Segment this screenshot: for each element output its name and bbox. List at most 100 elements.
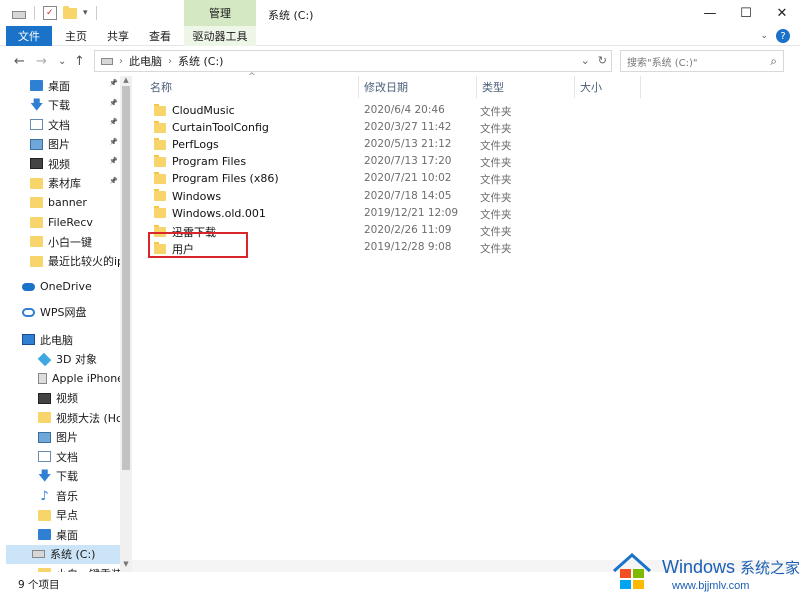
pin-icon: 📌 bbox=[109, 157, 118, 165]
sidebar-item[interactable]: 🡇 下载 📌 bbox=[0, 96, 120, 115]
breadcrumb-system-c[interactable]: 系统 (C:) bbox=[178, 53, 223, 69]
folder-icon bbox=[30, 177, 43, 189]
folder-icon bbox=[154, 154, 166, 167]
scroll-down-icon[interactable]: ▼ bbox=[120, 560, 132, 570]
sidebar-item-label: 小白一键 bbox=[48, 235, 92, 249]
file-row[interactable]: Program Files (x86) 2020/7/21 10:02 文件夹 bbox=[146, 170, 576, 187]
sidebar-item[interactable]: 3D 对象 bbox=[0, 350, 120, 369]
sidebar-item[interactable]: 文档 bbox=[0, 447, 120, 466]
breadcrumb-this-pc[interactable]: 此电脑 bbox=[129, 53, 162, 69]
windows-logo-icon bbox=[613, 552, 651, 589]
close-button[interactable]: ✕ bbox=[764, 0, 800, 26]
minimize-button[interactable]: — bbox=[692, 0, 728, 26]
file-name: Windows.old.001 bbox=[172, 206, 266, 220]
sidebar-item[interactable]: 桌面 bbox=[0, 525, 120, 544]
sidebar-item[interactable]: 小白一键 bbox=[0, 232, 120, 251]
sidebar-item[interactable]: 小白一键重装系统 bbox=[0, 564, 120, 572]
folder-icon bbox=[38, 509, 51, 521]
chevron-down-icon[interactable]: ⌄ bbox=[581, 54, 590, 67]
sidebar-item[interactable]: 桌面 📌 bbox=[0, 76, 120, 95]
file-date: 2020/6/4 20:46 bbox=[364, 104, 445, 116]
sidebar-item[interactable]: 文档 📌 bbox=[0, 115, 120, 134]
sidebar-item[interactable]: 视频 bbox=[0, 389, 120, 408]
forward-button[interactable]: → bbox=[36, 54, 47, 69]
sidebar-item-label: 下载 bbox=[56, 470, 78, 483]
sidebar-item-label: 系统 (C:) bbox=[50, 548, 96, 561]
picture-icon bbox=[38, 431, 51, 443]
sidebar-item-label: 最近比较火的ipl bbox=[48, 255, 120, 268]
properties-icon[interactable]: ✓ bbox=[43, 6, 57, 20]
up-button[interactable]: ↑ bbox=[74, 54, 85, 69]
sidebar-item[interactable]: 系统 (C:) bbox=[6, 544, 120, 564]
column-header-size[interactable]: 大小 bbox=[576, 76, 640, 98]
phone-icon bbox=[38, 373, 47, 384]
help-icon[interactable]: ? bbox=[776, 29, 790, 43]
sidebar-item-label: 图片 bbox=[48, 138, 70, 151]
folder-icon bbox=[154, 171, 166, 184]
recent-locations-button[interactable]: ⌄ bbox=[58, 56, 66, 67]
customize-toolbar-icon[interactable]: ▾ bbox=[83, 8, 88, 18]
tab-share[interactable]: 共享 bbox=[100, 26, 136, 46]
sidebar-item[interactable]: 此电脑 bbox=[0, 330, 120, 349]
sidebar-item[interactable]: OneDrive bbox=[0, 277, 120, 296]
column-header-type[interactable]: 类型 bbox=[478, 76, 574, 98]
sidebar-item[interactable]: FileRecv bbox=[0, 213, 120, 232]
file-date: 2020/7/13 17:20 bbox=[364, 155, 452, 168]
back-button[interactable]: ← bbox=[14, 54, 25, 69]
tab-file[interactable]: 文件 bbox=[6, 26, 52, 46]
sidebar-item-label: 此电脑 bbox=[40, 333, 73, 347]
sidebar-item[interactable]: 最近比较火的ipl bbox=[0, 252, 120, 271]
sidebar-item[interactable]: 早点 bbox=[0, 506, 120, 525]
file-row[interactable]: CloudMusic 2020/6/4 20:46 文件夹 bbox=[146, 102, 576, 119]
download-icon: 🡇 bbox=[38, 468, 52, 484]
sidebar-scroll-thumb[interactable] bbox=[122, 86, 130, 470]
expand-ribbon-icon[interactable]: ⌄ bbox=[760, 31, 768, 41]
file-row[interactable]: Windows 2020/7/18 14:05 文件夹 bbox=[146, 188, 576, 205]
file-row[interactable]: CurtainToolConfig 2020/3/27 11:42 文件夹 bbox=[146, 119, 576, 136]
sidebar-scrollbar[interactable]: ▲ ▼ bbox=[120, 76, 132, 572]
file-date: 2020/5/13 21:12 bbox=[364, 138, 452, 151]
sort-ascending-icon: ^ bbox=[248, 72, 256, 82]
chevron-right-icon[interactable]: › bbox=[168, 56, 172, 67]
folder-icon bbox=[38, 412, 51, 423]
address-bar[interactable]: › 此电脑 › 系统 (C:) ⌄ ↻ bbox=[94, 50, 612, 72]
scroll-up-icon[interactable]: ▲ bbox=[120, 76, 132, 86]
file-name: Program Files (x86) bbox=[172, 172, 279, 186]
file-type: 文件夹 bbox=[480, 208, 512, 221]
file-name: Program Files bbox=[172, 155, 247, 169]
tab-home[interactable]: 主页 bbox=[58, 26, 94, 46]
sidebar-item[interactable]: ♪ 音乐 bbox=[0, 486, 120, 505]
sidebar-item[interactable]: 图片 📌 bbox=[0, 135, 120, 154]
sidebar-item[interactable]: 🡇 下载 bbox=[0, 467, 120, 486]
sidebar-item[interactable]: Apple iPhone bbox=[0, 369, 120, 388]
sidebar-item[interactable]: 视频 📌 bbox=[0, 154, 120, 173]
sidebar-item[interactable]: 视频大法 (Hc) bbox=[0, 408, 120, 427]
video-icon bbox=[38, 392, 51, 404]
sidebar-item[interactable]: banner bbox=[0, 193, 120, 212]
maximize-button[interactable]: ☐ bbox=[728, 0, 764, 26]
search-icon[interactable]: ⌕ bbox=[770, 54, 777, 69]
new-folder-icon[interactable] bbox=[63, 5, 77, 19]
sidebar-item-label: 早点 bbox=[56, 509, 78, 522]
tab-view[interactable]: 查看 bbox=[142, 26, 178, 46]
file-row[interactable]: Program Files 2020/7/13 17:20 文件夹 bbox=[146, 153, 576, 170]
drive-icon bbox=[101, 57, 113, 65]
sidebar-item[interactable]: 图片 bbox=[0, 428, 120, 447]
ribbon: 文件 主页 共享 查看 驱动器工具 ⌄ ? bbox=[0, 26, 800, 46]
file-date: 2020/7/21 10:02 bbox=[364, 172, 452, 185]
tab-drive-tools[interactable]: 驱动器工具 bbox=[184, 26, 256, 46]
sidebar-item-label: FileRecv bbox=[48, 215, 93, 229]
file-row[interactable]: PerfLogs 2020/5/13 21:12 文件夹 bbox=[146, 136, 576, 153]
chevron-right-icon[interactable]: › bbox=[119, 56, 123, 67]
sidebar-item-label: 视频 bbox=[56, 392, 78, 405]
file-row[interactable]: Windows.old.001 2019/12/21 12:09 文件夹 bbox=[146, 205, 576, 222]
file-name: PerfLogs bbox=[172, 138, 219, 152]
search-input[interactable]: 搜索"系统 (C:)" ⌕ bbox=[620, 50, 784, 72]
watermark-title: Windows bbox=[662, 557, 736, 577]
manage-tab[interactable]: 管理 bbox=[184, 0, 256, 26]
column-header-date[interactable]: 修改日期 bbox=[360, 76, 476, 98]
sidebar-item[interactable]: 素材库 📌 bbox=[0, 174, 120, 193]
drive-icon bbox=[32, 550, 45, 558]
sidebar-item[interactable]: WPS网盘 bbox=[0, 303, 120, 322]
refresh-icon[interactable]: ↻ bbox=[598, 54, 607, 67]
